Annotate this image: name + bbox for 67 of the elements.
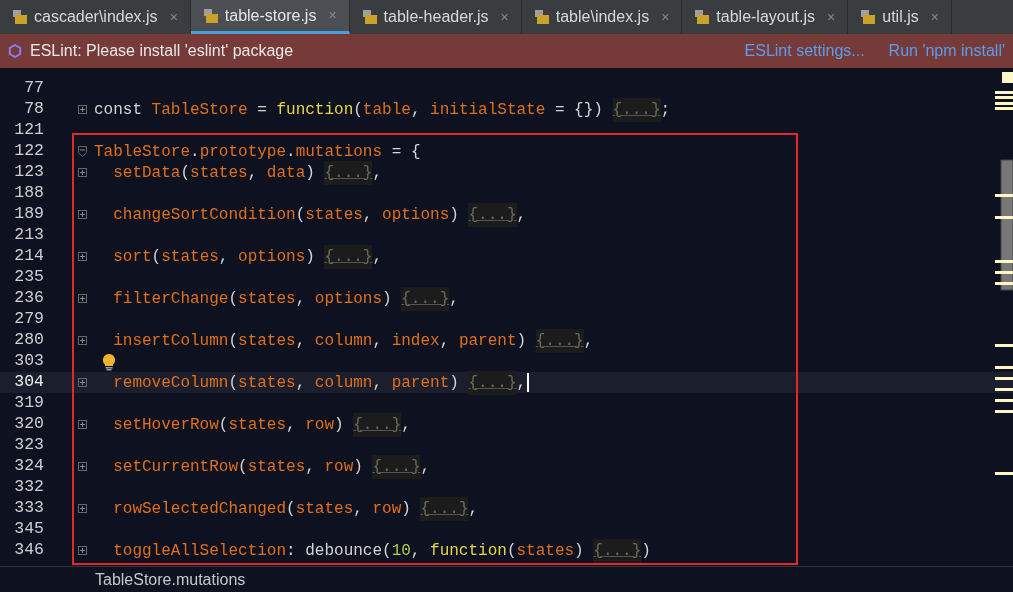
code-line: insertColumn(states, column, index, parent) {...},: [94, 328, 594, 353]
js-file-icon: [860, 9, 877, 25]
line-number: 77: [23, 77, 44, 100]
line-number: 213: [13, 224, 44, 247]
js-file-icon: [12, 9, 28, 25]
close-icon[interactable]: ×: [169, 6, 178, 28]
line-number: 235: [13, 266, 44, 289]
line-number: 189: [13, 203, 44, 226]
expand-icon[interactable]: [77, 294, 87, 303]
breadcrumb[interactable]: TableStore.mutations: [95, 567, 246, 592]
expand-icon[interactable]: [77, 252, 87, 261]
line-number: 121: [13, 119, 44, 142]
expand-icon[interactable]: [77, 210, 87, 219]
close-icon[interactable]: ×: [930, 6, 939, 28]
code-line: removeColumn(states, column, parent) {...},: [94, 370, 530, 395]
code-line: filterChange(states, options) {...},: [94, 286, 459, 311]
expand-icon[interactable]: [77, 168, 87, 177]
line-number: 304: [13, 371, 44, 394]
code-line: setCurrentRow(states, row) {...},: [94, 454, 431, 479]
code-line: sort(states, options) {...},: [94, 244, 383, 269]
notification-message: ESLint: Please install 'eslint' package: [30, 41, 295, 61]
expand-icon[interactable]: [77, 105, 87, 114]
line-number: 122: [13, 140, 44, 163]
close-icon[interactable]: ×: [827, 6, 836, 28]
line-number: 236: [13, 287, 44, 310]
expand-icon[interactable]: [77, 336, 87, 345]
code-line: rowSelectedChanged(states, row) {...},: [94, 496, 479, 521]
line-number: 346: [13, 539, 44, 562]
js-file-icon: [202, 7, 219, 24]
notification-link[interactable]: Run 'npm install': [888, 39, 1005, 63]
code-line: TableStore.prototype.mutations = {: [94, 141, 421, 163]
close-icon[interactable]: ×: [661, 6, 670, 28]
line-number: 345: [13, 518, 44, 541]
expand-icon[interactable]: [77, 546, 87, 555]
close-icon[interactable]: ×: [500, 6, 509, 28]
line-number: 303: [13, 350, 44, 373]
line-number: 279: [13, 308, 44, 331]
line-number: 324: [13, 455, 44, 478]
text-caret: [527, 373, 530, 392]
line-number: 188: [13, 182, 44, 205]
hexagon-icon: [8, 44, 22, 58]
collapse-icon[interactable]: [77, 146, 87, 157]
code-line: setData(states, data) {...},: [94, 160, 383, 185]
line-number: 333: [13, 497, 44, 520]
line-number: 323: [13, 434, 44, 457]
code-line: changeSortCondition(states, options) {...},: [94, 202, 527, 227]
expand-icon[interactable]: [77, 462, 87, 471]
lightbulb-icon[interactable]: [102, 352, 116, 371]
js-file-icon: [694, 9, 711, 25]
code-line: setHoverRow(states, row) {...},: [94, 412, 411, 437]
line-number: 78: [23, 98, 44, 121]
code-line: toggleAllSelection: debounce(10, function(states) {...}): [94, 538, 651, 563]
file-tab[interactable]: table-store.js ×: [190, 0, 350, 34]
js-file-icon: [533, 9, 550, 25]
line-number: 332: [13, 476, 44, 499]
line-number: 123: [13, 161, 44, 184]
line-number: 320: [13, 413, 44, 436]
close-icon[interactable]: ×: [328, 5, 337, 26]
expand-icon[interactable]: [77, 420, 87, 429]
code-line: const TableStore = function(table, initialState = {}) {...};: [94, 97, 671, 122]
line-number: 319: [13, 392, 44, 415]
expand-icon[interactable]: [77, 378, 87, 387]
expand-icon[interactable]: [77, 504, 87, 513]
js-file-icon: [361, 9, 378, 25]
line-number: 214: [13, 245, 44, 268]
line-number: 280: [13, 329, 44, 352]
notification-link[interactable]: ESLint settings...: [744, 39, 865, 63]
